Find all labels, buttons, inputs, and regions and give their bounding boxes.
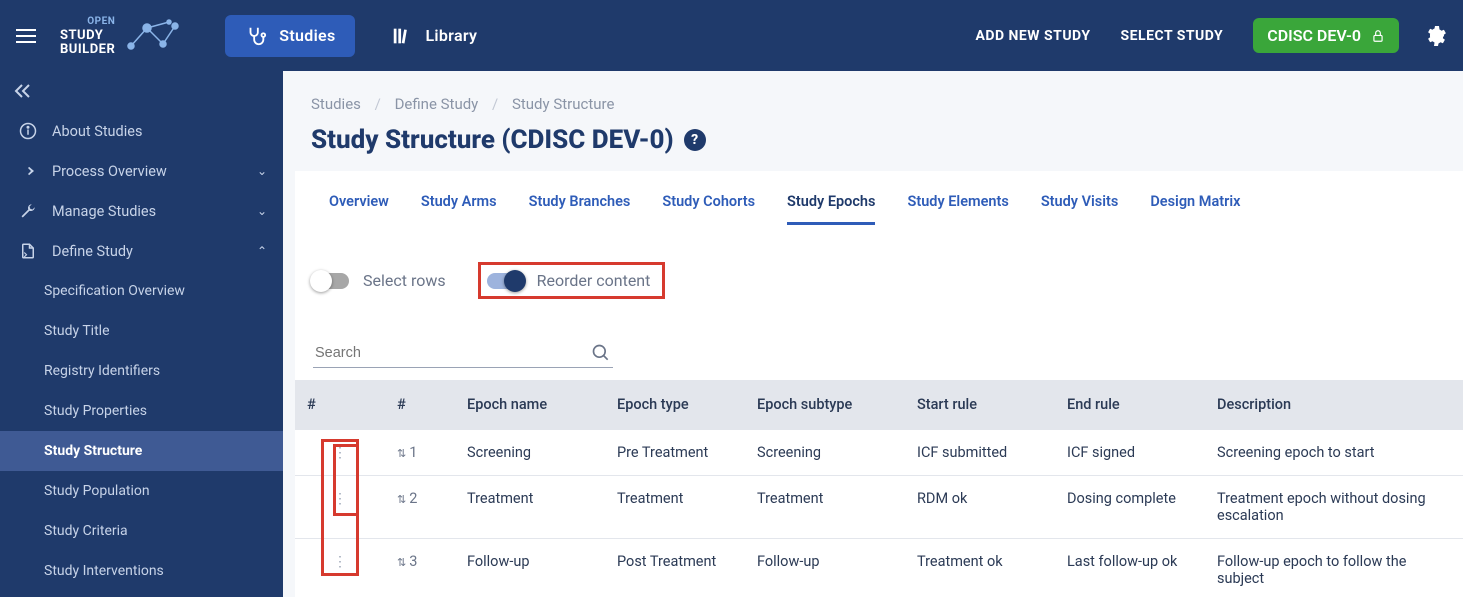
nav-library-button[interactable]: Library <box>371 15 497 57</box>
breadcrumb-item: Study Structure <box>512 95 614 113</box>
sidebar-item-label: Process Overview <box>52 163 257 180</box>
wrench-icon <box>16 202 40 220</box>
column-header[interactable]: # <box>295 380 385 430</box>
select-rows-label: Select rows <box>363 271 446 290</box>
sidebar-subitem-registry-identifiers[interactable]: Registry Identifiers <box>0 351 283 391</box>
chevron-down-icon: ⌄ <box>257 204 267 218</box>
table-row: ⋮⇅1ScreeningPre TreatmentScreeningICF su… <box>295 430 1463 476</box>
sidebar-subitem-study-interventions[interactable]: Study Interventions <box>0 551 283 591</box>
table-row: ⋮⇅2TreatmentTreatmentTreatmentRDM okDosi… <box>295 476 1463 539</box>
sidebar-item-label: Manage Studies <box>52 203 257 220</box>
tab-design-matrix[interactable]: Design Matrix <box>1150 189 1240 225</box>
sidebar-subitem-study-properties[interactable]: Study Properties <box>0 391 283 431</box>
sidebar-item-process-overview[interactable]: Process Overview⌄ <box>0 151 283 191</box>
reorder-content-label: Reorder content <box>537 271 651 290</box>
breadcrumb-item[interactable]: Define Study <box>395 95 479 113</box>
arrow-icon <box>16 162 40 180</box>
menu-toggle-icon[interactable] <box>16 29 36 43</box>
chevron-double-left-icon <box>14 84 32 98</box>
switch-on-icon <box>487 273 523 289</box>
breadcrumb-item[interactable]: Studies <box>311 95 361 113</box>
epoch-type: Treatment <box>605 476 745 539</box>
column-header[interactable]: Epoch name <box>455 380 605 430</box>
row-order[interactable]: ⇅3 <box>385 539 455 597</box>
tab-study-elements[interactable]: Study Elements <box>907 189 1008 225</box>
add-new-study-button[interactable]: ADD NEW STUDY <box>975 28 1090 44</box>
epoch-subtype: Follow-up <box>745 539 905 597</box>
column-header[interactable]: Epoch type <box>605 380 745 430</box>
description: Screening epoch to start <box>1205 430 1463 476</box>
sidebar-subitem-study-title[interactable]: Study Title <box>0 311 283 351</box>
description: Follow-up epoch to follow the subject <box>1205 539 1463 597</box>
column-header[interactable]: Description <box>1205 380 1463 430</box>
epoch-name: Treatment <box>455 476 605 539</box>
end-rule: Dosing complete <box>1055 476 1205 539</box>
start-rule: Treatment ok <box>905 539 1055 597</box>
search-box[interactable] <box>313 339 613 368</box>
epoch-subtype: Treatment <box>745 476 905 539</box>
start-rule: ICF submitted <box>905 430 1055 476</box>
end-rule: Last follow-up ok <box>1055 539 1205 597</box>
description: Treatment epoch without dosing escalatio… <box>1205 476 1463 539</box>
row-order[interactable]: ⇅2 <box>385 476 455 539</box>
epoch-subtype: Screening <box>745 430 905 476</box>
current-study-label: CDISC DEV-0 <box>1267 26 1361 45</box>
info-icon <box>16 122 40 140</box>
switch-off-icon <box>313 273 349 289</box>
tab-study-arms[interactable]: Study Arms <box>421 189 497 225</box>
chevron-down-icon: ⌄ <box>257 164 267 178</box>
reorder-content-toggle[interactable]: Reorder content <box>487 271 651 290</box>
start-rule: RDM ok <box>905 476 1055 539</box>
sidebar-subitem-study-criteria[interactable]: Study Criteria <box>0 511 283 551</box>
sidebar-subitem-study-structure[interactable]: Study Structure <box>0 431 283 471</box>
tab-study-branches[interactable]: Study Branches <box>529 189 631 225</box>
tab-study-cohorts[interactable]: Study Cohorts <box>662 189 755 225</box>
sidebar-item-about-studies[interactable]: About Studies <box>0 111 283 151</box>
search-icon <box>591 343 611 363</box>
chevron-up-icon: ⌃ <box>257 244 267 258</box>
breadcrumb: Studies / Define Study / Study Structure <box>283 71 1463 121</box>
end-rule: ICF signed <box>1055 430 1205 476</box>
epoch-name: Screening <box>455 430 605 476</box>
lock-icon <box>1371 29 1385 43</box>
page-icon <box>16 242 40 260</box>
column-header[interactable]: Epoch subtype <box>745 380 905 430</box>
app-logo: OPENSTUDYBUILDER <box>60 15 185 57</box>
nav-studies-button[interactable]: Studies <box>225 15 355 57</box>
select-study-button[interactable]: SELECT STUDY <box>1121 28 1224 44</box>
page-title: Study Structure (CDISC DEV-0) <box>311 125 674 155</box>
nav-studies-label: Studies <box>279 26 335 45</box>
sidebar-collapse-button[interactable] <box>0 71 283 111</box>
sidebar-item-label: Define Study <box>52 243 257 260</box>
column-header[interactable]: Start rule <box>905 380 1055 430</box>
sidebar-item-manage-studies[interactable]: Manage Studies⌄ <box>0 191 283 231</box>
sidebar-subitem-specification-overview[interactable]: Specification Overview <box>0 271 283 311</box>
sidebar-subitem-study-population[interactable]: Study Population <box>0 471 283 511</box>
sidebar-item-define-study[interactable]: Define Study⌃ <box>0 231 283 271</box>
nav-library-label: Library <box>425 26 477 45</box>
drag-handle-icon[interactable]: ⋮ <box>333 560 347 564</box>
logo-graph-icon <box>123 16 185 56</box>
current-study-badge[interactable]: CDISC DEV-0 <box>1253 18 1399 53</box>
search-input[interactable] <box>315 345 591 361</box>
tab-overview[interactable]: Overview <box>329 189 389 225</box>
table-row: ⋮⇅3Follow-upPost TreatmentFollow-upTreat… <box>295 539 1463 597</box>
tab-study-visits[interactable]: Study Visits <box>1041 189 1119 225</box>
epoch-type: Post Treatment <box>605 539 745 597</box>
row-actions[interactable]: ⋮ <box>333 444 347 461</box>
epoch-type: Pre Treatment <box>605 430 745 476</box>
column-header[interactable]: # <box>385 380 455 430</box>
tab-study-epochs[interactable]: Study Epochs <box>787 189 875 225</box>
stethoscope-icon <box>245 25 267 47</box>
sidebar-item-label: About Studies <box>52 123 267 140</box>
row-order[interactable]: ⇅1 <box>385 430 455 476</box>
select-rows-toggle[interactable]: Select rows <box>313 271 446 290</box>
help-icon[interactable]: ? <box>684 129 706 151</box>
library-icon <box>391 25 413 47</box>
column-header[interactable]: End rule <box>1055 380 1205 430</box>
settings-gear-icon[interactable] <box>1423 24 1447 48</box>
epoch-name: Follow-up <box>455 539 605 597</box>
